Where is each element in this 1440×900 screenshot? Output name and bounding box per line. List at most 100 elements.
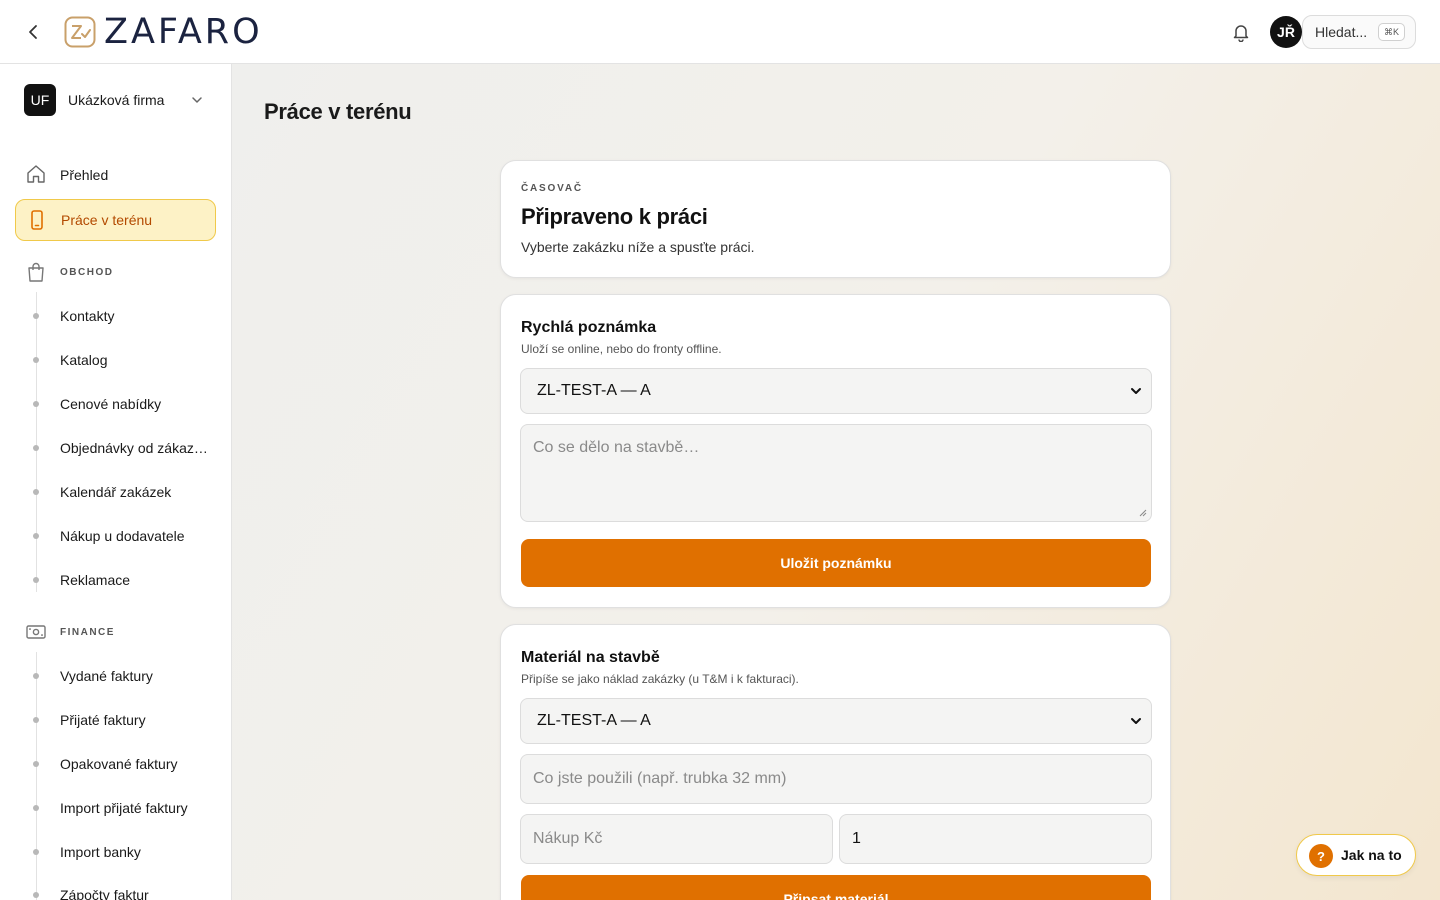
sidebar-item-import-prijate-faktury[interactable]: Import přijaté faktury	[15, 790, 216, 826]
tree-dot	[33, 761, 39, 767]
sidebar-item-prehled[interactable]: Přehled	[15, 154, 216, 196]
company-name: Ukázková firma	[68, 92, 165, 108]
sidebar-item-cenove-nabidky[interactable]: Cenové nabídky	[15, 386, 216, 422]
material-job-select[interactable]: ZL-TEST-A — A	[520, 698, 1152, 744]
bell-icon	[1233, 25, 1249, 42]
help-label: Jak na to	[1341, 847, 1402, 863]
material-name-input[interactable]: Co jste použili (např. trubka 32 mm)	[520, 754, 1152, 804]
tree-dot	[33, 533, 39, 539]
sidebar-item-kalendar-zakazek[interactable]: Kalendář zakázek	[15, 474, 216, 510]
note-textarea[interactable]: Co se dělo na stavbě…	[520, 424, 1152, 522]
quick-note-card: Rychlá poznámka Uloží se online, nebo do…	[500, 294, 1171, 608]
sidebar-item-prijate-faktury[interactable]: Přijaté faktury	[15, 702, 216, 738]
phone-icon	[31, 210, 43, 230]
help-button[interactable]: ? Jak na to	[1296, 834, 1416, 876]
sidebar-item-objednavky[interactable]: Objednávky od zákazníků	[15, 430, 216, 466]
company-badge: UF	[24, 84, 56, 116]
sidebar-item-label: Import banky	[60, 844, 141, 860]
sidebar-item-label: Import přijaté faktury	[60, 800, 188, 816]
sidebar-item-label: Kontakty	[60, 308, 115, 324]
note-job-select-value: ZL-TEST-A — A	[537, 382, 651, 399]
material-quantity-value: 1	[852, 830, 861, 847]
tree-dot	[33, 357, 39, 363]
top-bar: ZAFARO JŘ Hledat... ⌘K	[0, 0, 1440, 64]
sidebar-item-import-banky[interactable]: Import banky	[15, 834, 216, 870]
tree-dot	[33, 717, 39, 723]
page-title: Práce v terénu	[264, 99, 412, 124]
sidebar-item-kontakty[interactable]: Kontakty	[15, 298, 216, 334]
sidebar-item-reklamace[interactable]: Reklamace	[15, 562, 216, 598]
sidebar-item-label: Práce v terénu	[61, 212, 153, 228]
resize-grip-icon[interactable]	[1139, 509, 1147, 517]
tree-dot	[33, 577, 39, 583]
sidebar-item-nakup-u-dodavatele[interactable]: Nákup u dodavatele	[15, 518, 216, 554]
back-button[interactable]	[22, 20, 46, 44]
tree-dot	[33, 445, 39, 451]
timer-description: Vyberte zakázku níže a spusťte práci.	[521, 239, 755, 255]
material-price-input[interactable]: Nákup Kč	[520, 814, 833, 864]
question-icon: ?	[1309, 844, 1333, 868]
notifications-button[interactable]	[1229, 20, 1253, 44]
chevron-down-icon	[1131, 388, 1141, 394]
sidebar-item-vydane-faktury[interactable]: Vydané faktury	[15, 658, 216, 694]
company-switcher[interactable]: UF Ukázková firma	[24, 84, 214, 116]
sidebar-item-label: Reklamace	[60, 572, 131, 588]
tree-dot	[33, 892, 39, 898]
note-textarea-placeholder: Co se dělo na stavbě…	[533, 439, 700, 456]
material-name-placeholder: Co jste použili (např. trubka 32 mm)	[533, 770, 787, 787]
tree-dot	[33, 313, 39, 319]
sidebar-item-label: Zápočty faktur	[60, 887, 149, 900]
sidebar-section-finance: FINANCE	[15, 617, 216, 647]
note-job-select[interactable]: ZL-TEST-A — A	[520, 368, 1152, 414]
user-avatar[interactable]: JŘ	[1270, 16, 1302, 48]
sidebar-section-label: OBCHOD	[60, 266, 114, 278]
chevron-down-icon	[192, 97, 202, 103]
tree-dot	[33, 401, 39, 407]
sidebar-item-label: Vydané faktury	[60, 668, 153, 684]
sidebar-item-label: Opakované faktury	[60, 756, 178, 772]
search-button[interactable]: Hledat... ⌘K	[1302, 15, 1416, 49]
sidebar: UF Ukázková firma Přehled Práce v terénu…	[0, 64, 232, 900]
shopping-bag-icon	[28, 262, 44, 282]
banknote-icon	[26, 625, 46, 639]
tree-dot	[33, 849, 39, 855]
search-shortcut: ⌘K	[1377, 23, 1405, 41]
material-subtitle: Připíše se jako náklad zakázky (u T&M i …	[521, 672, 799, 686]
sidebar-item-label: Kalendář zakázek	[60, 484, 172, 500]
sidebar-section-obchod: OBCHOD	[15, 257, 216, 287]
sidebar-item-opakovane-faktury[interactable]: Opakované faktury	[15, 746, 216, 782]
home-icon	[27, 165, 45, 183]
add-material-button[interactable]: Připsat materiál	[521, 875, 1151, 900]
sidebar-item-prace-v-terenu[interactable]: Práce v terénu	[15, 199, 216, 241]
timer-eyebrow: ČASOVAČ	[521, 183, 583, 194]
main-content: Práce v terénu ČASOVAČ Připraveno k prác…	[232, 64, 1440, 900]
sidebar-item-label: Přijaté faktury	[60, 712, 146, 728]
sidebar-item-label: Přehled	[60, 167, 109, 183]
sidebar-item-katalog[interactable]: Katalog	[15, 342, 216, 378]
timer-status-title: Připraveno k práci	[521, 204, 708, 229]
logo-text: ZAFARO	[104, 12, 263, 52]
sidebar-item-label: Katalog	[60, 352, 108, 368]
logo[interactable]: ZAFARO	[64, 12, 263, 52]
material-quantity-input[interactable]: 1	[839, 814, 1152, 864]
sidebar-item-label: Objednávky od zákazníků	[60, 440, 210, 456]
material-card: Materiál na stavbě Připíše se jako nákla…	[500, 624, 1171, 900]
tree-dot	[33, 805, 39, 811]
sidebar-item-label: Nákup u dodavatele	[60, 528, 185, 544]
material-job-select-value: ZL-TEST-A — A	[537, 712, 651, 729]
search-label: Hledat...	[1315, 24, 1368, 40]
material-title: Materiál na stavbě	[521, 649, 660, 666]
tree-dot	[33, 489, 39, 495]
quick-note-title: Rychlá poznámka	[521, 319, 657, 336]
save-note-button[interactable]: Uložit poznámku	[521, 539, 1151, 587]
sidebar-section-label: FINANCE	[60, 626, 115, 638]
tree-dot	[33, 673, 39, 679]
timer-card: ČASOVAČ Připraveno k práci Vyberte zakáz…	[500, 160, 1171, 278]
quick-note-subtitle: Uloží se online, nebo do fronty offline.	[521, 342, 722, 356]
chevron-left-icon	[29, 25, 37, 39]
sidebar-item-label: Cenové nabídky	[60, 396, 162, 412]
chevron-down-icon	[1131, 718, 1141, 724]
material-price-placeholder: Nákup Kč	[533, 830, 603, 847]
sidebar-item-zapocty-faktur[interactable]: Zápočty faktur	[15, 877, 216, 900]
logo-mark-icon	[64, 16, 96, 48]
